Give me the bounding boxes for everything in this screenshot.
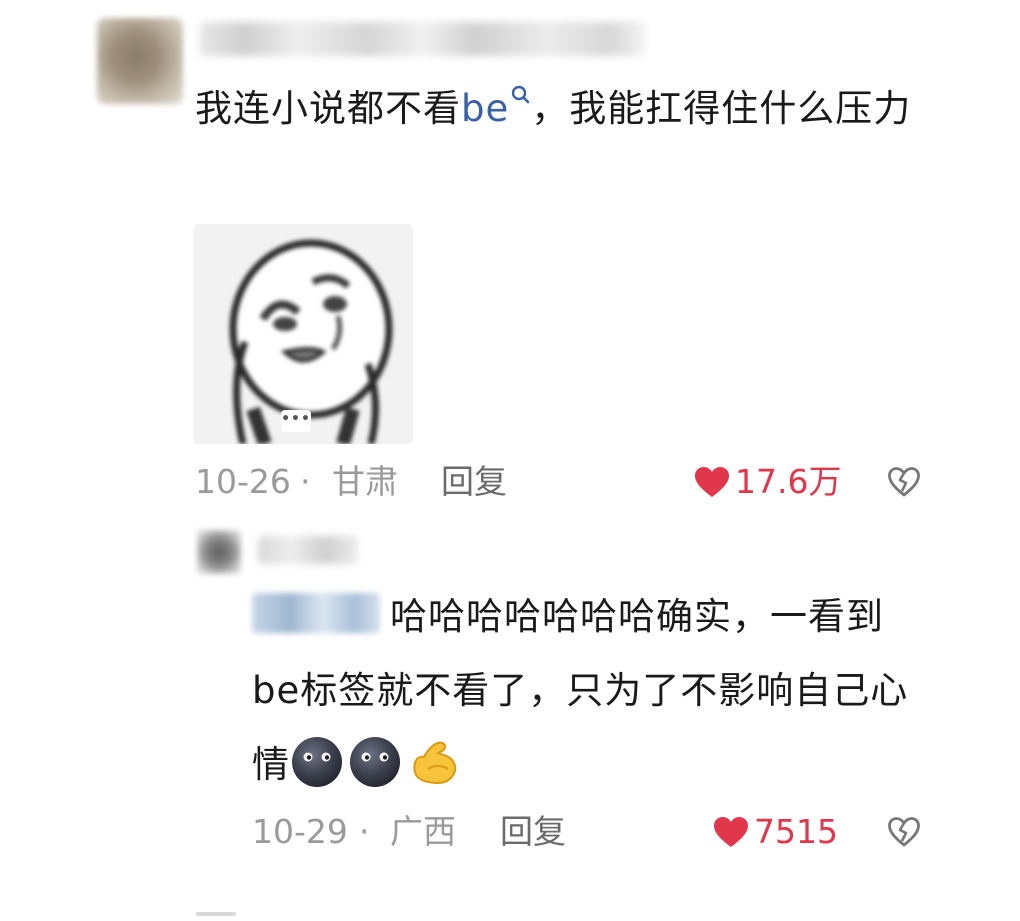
- comment-text: 我连小说都不看be ，我能扛得住什么压力: [195, 72, 955, 146]
- keyword-link-label: be: [461, 87, 510, 130]
- heart-icon[interactable]: [694, 466, 730, 498]
- reply-avatar[interactable]: [197, 530, 241, 574]
- dislike-heart-icon[interactable]: [887, 466, 921, 498]
- reply-username-blurred[interactable]: [258, 536, 358, 564]
- username-blurred[interactable]: [200, 22, 645, 56]
- reply-text: 哈哈哈哈哈哈哈确实，一看到be标签就不看了，只为了不影响自己心情: [252, 580, 932, 802]
- keyword-link[interactable]: be: [461, 85, 531, 130]
- more-badge: •••: [281, 410, 311, 432]
- comment-text-part: ，我能扛得住什么压力: [531, 87, 912, 130]
- moon-face-emoji: [292, 737, 342, 787]
- comment-location: 甘肃: [332, 462, 398, 501]
- avatar[interactable]: [97, 18, 183, 104]
- flexed-biceps-emoji: [413, 741, 456, 785]
- moon-face-emoji: [350, 737, 400, 787]
- reply-date: 10-29: [252, 812, 348, 851]
- comment-text-part: 我连小说都不看: [195, 87, 461, 130]
- heart-icon[interactable]: [713, 816, 749, 848]
- reply-button[interactable]: 回复: [500, 812, 566, 852]
- search-icon: [512, 85, 530, 104]
- meta-separator: ·: [300, 462, 311, 501]
- meta-separator: ·: [359, 812, 370, 851]
- like-count: 17.6万: [735, 462, 842, 501]
- like-count: 7515: [754, 812, 838, 851]
- comment-date: 10-26: [195, 462, 291, 501]
- dislike-heart-icon[interactable]: [887, 816, 921, 848]
- next-comment-edge: [196, 912, 236, 916]
- reply-location: 广西: [390, 812, 456, 851]
- reply-button[interactable]: 回复: [441, 462, 507, 502]
- sticker-image[interactable]: •••: [193, 224, 413, 444]
